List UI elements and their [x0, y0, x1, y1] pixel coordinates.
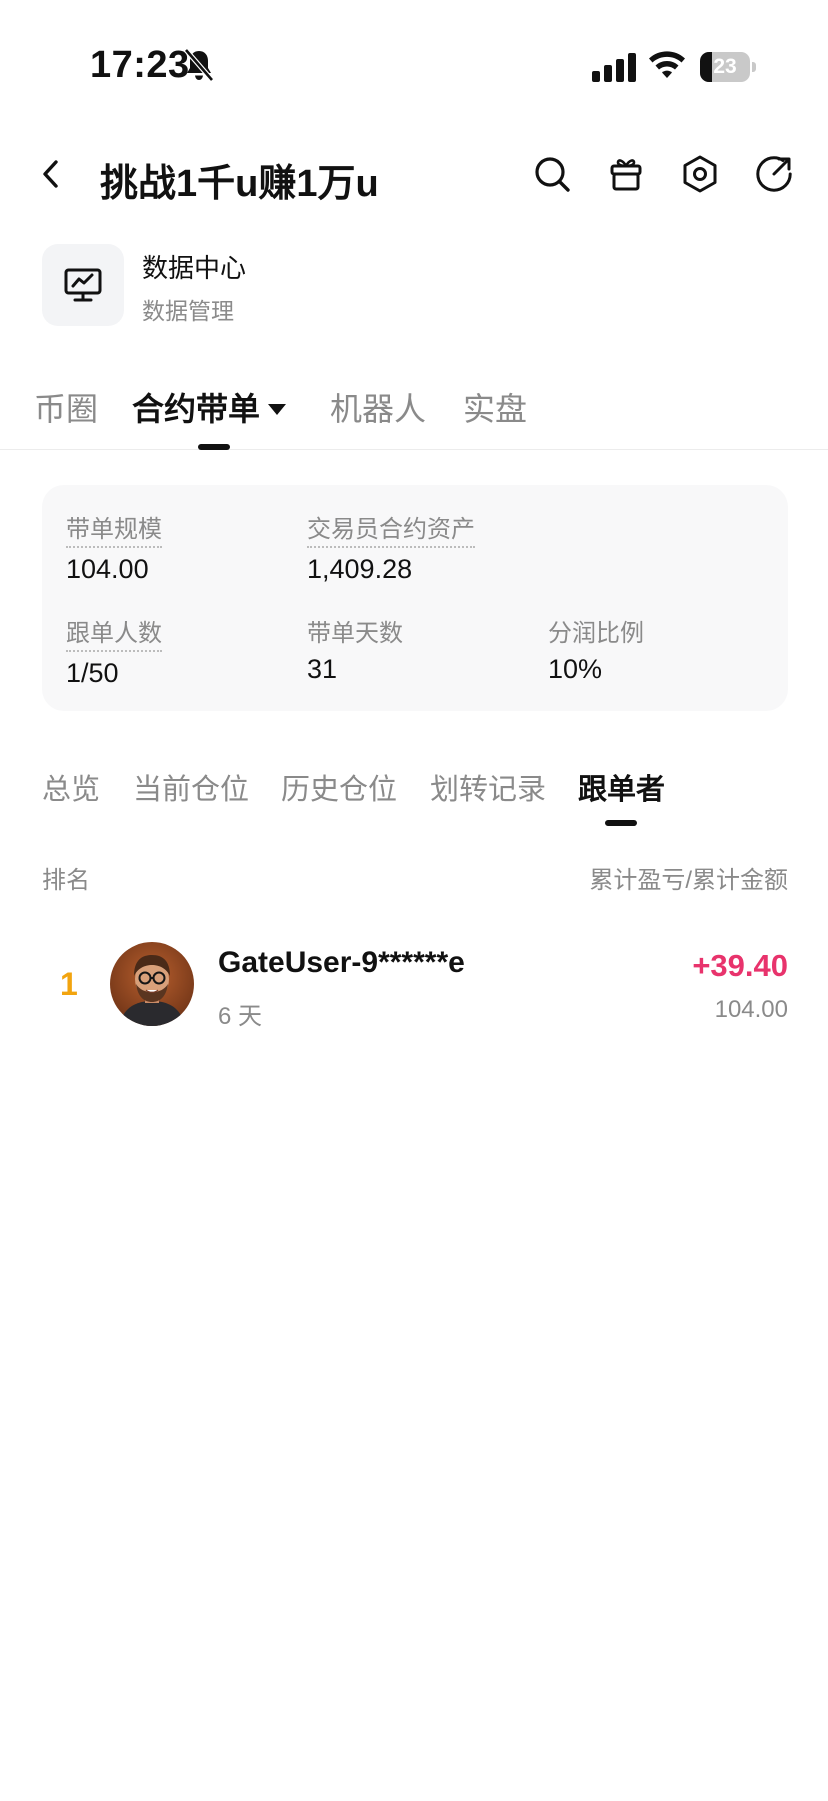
battery-level: 23 [713, 55, 737, 78]
tab-robot[interactable]: 机器人 [330, 384, 426, 430]
pnl-column-header: 累计盈亏/累计金额 [589, 867, 788, 894]
caret-down-icon [268, 404, 287, 416]
sub-tabs: 总览 当前仓位 历史仓位 划转记录 跟单者 [0, 760, 828, 830]
avatar [110, 942, 194, 1026]
follower-username: GateUser-9******e [218, 946, 465, 979]
stat-assets: 交易员合约资产 1,409.28 [307, 509, 475, 585]
search-icon[interactable] [530, 152, 574, 196]
stat-followers-label[interactable]: 跟单人数 [66, 613, 162, 652]
main-tabs: 币圈 合约带单 机器人 实盘 [0, 380, 828, 450]
follower-pnl: +39.40 [692, 948, 788, 983]
sub-tab-indicator [605, 820, 637, 826]
rank-column-header: 排名 [42, 867, 90, 894]
stat-profit-share-label: 分润比例 [548, 620, 644, 647]
gift-icon[interactable] [604, 152, 648, 196]
monitor-chart-icon [42, 244, 124, 326]
tab-followers[interactable]: 跟单者 [578, 766, 665, 808]
tab-history-positions[interactable]: 历史仓位 [281, 766, 397, 808]
status-bar: 17:23 23 [0, 0, 828, 120]
signal-icon [592, 53, 636, 82]
wifi-icon [649, 51, 685, 78]
stat-scale-value: 104.00 [66, 554, 149, 584]
tab-contract-copy-label: 合约带单 [132, 391, 261, 427]
bell-muted-icon [184, 48, 214, 82]
stats-card: 带单规模 104.00 交易员合约资产 1,409.28 跟单人数 1/50 带… [42, 485, 788, 711]
tab-live[interactable]: 实盘 [463, 384, 527, 430]
stat-profit-share: 分润比例 10% [548, 613, 644, 685]
stat-days: 带单天数 31 [307, 613, 403, 685]
stat-assets-value: 1,409.28 [307, 554, 413, 584]
back-icon[interactable] [36, 156, 66, 192]
tab-contract-copy[interactable]: 合约带单 [132, 384, 287, 430]
follower-row[interactable]: 1 GateUser-9******e 6 天 +39.40 104.00 [42, 940, 788, 1030]
stat-scale-label[interactable]: 带单规模 [66, 509, 162, 548]
tab-overview[interactable]: 总览 [42, 766, 100, 808]
share-icon[interactable] [752, 152, 796, 196]
follower-amount: 104.00 [714, 996, 788, 1023]
tab-current-positions[interactable]: 当前仓位 [133, 766, 249, 808]
stat-days-value: 31 [307, 654, 338, 684]
data-center-title: 数据中心 [142, 253, 247, 283]
tab-coin-circle[interactable]: 币圈 [34, 384, 98, 430]
stat-scale: 带单规模 104.00 [66, 509, 162, 585]
battery-icon: 23 [700, 52, 756, 82]
data-center-entry[interactable]: 数据中心 数据管理 [42, 244, 542, 328]
settings-icon[interactable] [678, 152, 722, 196]
list-header: 排名 累计盈亏/累计金额 [42, 860, 788, 894]
nav-bar: 挑战1千u赚1万u [0, 140, 828, 210]
stat-assets-label[interactable]: 交易员合约资产 [307, 509, 475, 548]
stat-followers: 跟单人数 1/50 [66, 613, 162, 689]
main-tab-indicator [198, 444, 230, 450]
stat-days-label: 带单天数 [307, 620, 403, 647]
stat-profit-share-value: 10% [548, 654, 603, 684]
rank-number: 1 [60, 966, 78, 1002]
stat-followers-value: 1/50 [66, 658, 119, 688]
tab-transfer-records[interactable]: 划转记录 [430, 766, 546, 808]
data-center-subtitle: 数据管理 [142, 298, 234, 324]
page-title: 挑战1千u赚1万u [100, 163, 379, 205]
follower-days: 6 天 [218, 1003, 263, 1030]
status-time: 17:23 [90, 44, 190, 86]
